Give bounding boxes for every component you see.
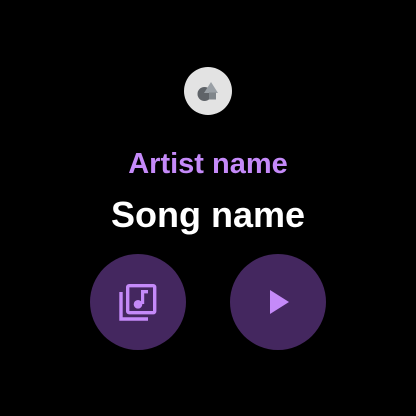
shapes-icon xyxy=(197,82,218,101)
artist-name: Artist name xyxy=(128,148,288,180)
play-icon xyxy=(270,290,289,314)
app-icon[interactable] xyxy=(184,67,232,115)
play-button[interactable] xyxy=(230,254,326,350)
watch-screen: Artist name Song name xyxy=(0,0,416,416)
music-library-icon xyxy=(119,283,157,321)
song-name: Song name xyxy=(110,194,306,235)
library-button[interactable] xyxy=(90,254,186,350)
